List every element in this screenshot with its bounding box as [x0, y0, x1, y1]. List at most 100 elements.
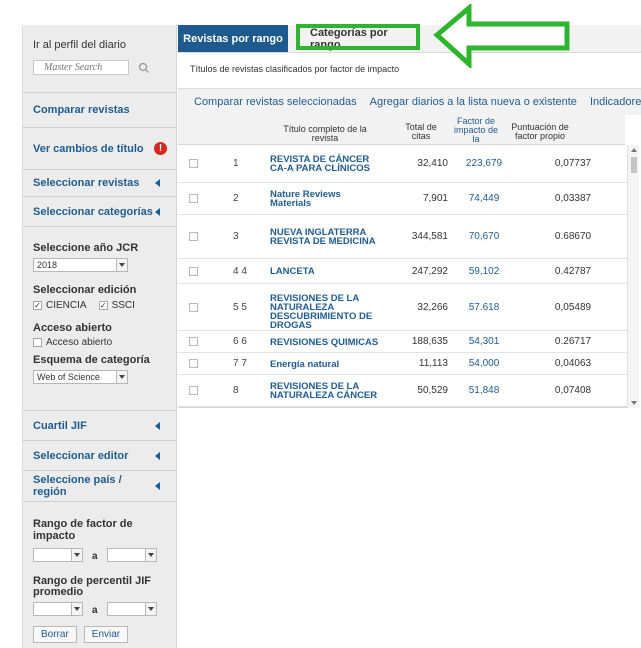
collapse-arrow-icon [155, 207, 160, 216]
country-item[interactable]: Seleccione país / región [23, 471, 176, 502]
percentile-min-select[interactable] [33, 602, 83, 616]
title-changes-label: Ver cambios de título [33, 142, 144, 155]
row-impact-factor[interactable]: 51,848 [460, 385, 508, 396]
table-row[interactable]: 5 5 REVISIONES DE LA NATURALEZA DESCUBRIM… [178, 284, 630, 331]
row-eigenfactor: 0.26717 [554, 336, 592, 347]
tab-journals-by-rank[interactable]: Revistas por rango [178, 25, 288, 52]
table-row[interactable]: 6 6 REVISIONES QUIMICAS 188,635 54,301 0.267… [178, 331, 630, 353]
col-header-jif[interactable]: Factor de impacto de la [452, 117, 500, 145]
range-and-label: a [92, 551, 98, 562]
impact-range-min-select[interactable] [33, 548, 83, 562]
jcr-year-select[interactable]: 2018 [33, 258, 128, 272]
row-checkbox[interactable] [189, 266, 198, 276]
publisher-label: Seleccionar editor [33, 449, 129, 462]
tab-highlight-box [296, 24, 420, 50]
row-total-citations: 50,529 [417, 385, 448, 396]
journal-profile-section: Ir al perfil del diario [23, 25, 176, 93]
compare-journals-label: Comparar revistas [33, 104, 130, 116]
range-and-label: a [92, 605, 98, 616]
category-schema-select[interactable]: Web of Science [33, 370, 128, 384]
row-eigenfactor: 0,03387 [554, 193, 592, 204]
sci-checkbox[interactable]: ✓ [33, 301, 42, 310]
table-row[interactable]: 7 7 Energía natural 11,113 54,000 0,04063 [178, 353, 630, 375]
row-rank: 4 4 [233, 265, 247, 277]
row-total-citations: 344,581 [411, 231, 448, 242]
impact-range-max-select[interactable] [106, 548, 157, 562]
col-header-eigenfactor[interactable]: Puntuación de factor propio [508, 123, 572, 141]
publisher-item[interactable]: Seleccionar editor [23, 441, 176, 471]
row-total-citations: 188,635 [411, 336, 448, 347]
add-to-list-link[interactable]: Agregar diarios a la lista nueva o exist… [370, 96, 577, 108]
row-impact-factor[interactable]: 59,102 [460, 266, 508, 277]
row-checkbox[interactable] [189, 359, 198, 368]
row-journal-title[interactable]: REVISIONES DE LA NATURALEZA CÁNCER [270, 382, 380, 401]
search-icon[interactable] [138, 62, 150, 74]
row-impact-factor[interactable]: 54,000 [460, 358, 508, 369]
row-journal-title[interactable]: REVISIONES QUIMICAS [270, 337, 380, 347]
row-journal-title[interactable]: REVISTA DE CÁNCER CA-A PARA CLÍNICOS [270, 155, 380, 174]
row-journal-title[interactable]: Nature Reviews Materials [270, 190, 380, 209]
table-scrollbar[interactable] [627, 145, 639, 408]
row-eigenfactor: 0,05489 [554, 301, 592, 313]
sci-label: CIENCIA [46, 300, 87, 311]
ssci-checkbox[interactable]: ✓ [98, 301, 108, 310]
row-impact-factor[interactable]: 70,670 [460, 231, 508, 242]
title-changes-item[interactable]: Ver cambios de título ! [23, 128, 176, 170]
row-checkbox[interactable] [189, 386, 198, 395]
scroll-down-icon[interactable] [631, 401, 637, 405]
select-categories-label: Seleccionar categorías [33, 205, 153, 218]
category-schema-value: Web of Science [37, 372, 100, 382]
col-header-title[interactable]: Título completo de la revista [270, 125, 380, 143]
select-journals-label: Seleccionar revistas [33, 177, 140, 189]
journal-profile-link[interactable]: Ir al perfil del diario [33, 39, 166, 51]
select-categories-item[interactable]: Seleccionar categorías [23, 197, 176, 227]
custom-indicators-link[interactable]: Indicadores personaliz [590, 96, 641, 108]
row-eigenfactor: 0,07737 [554, 158, 592, 169]
compare-selected-link[interactable]: Comparar revistas seleccionadas [194, 96, 357, 108]
row-impact-factor[interactable]: 57.618 [460, 302, 508, 313]
collapse-arrow-icon [155, 482, 160, 490]
impact-range-label: Rango de factor de impacto [33, 518, 133, 542]
filters-section: Seleccione año JCR 2018 Seleccionar edic… [23, 227, 176, 411]
row-impact-factor[interactable]: 223,679 [460, 158, 508, 169]
row-total-citations: 32,266 [417, 301, 448, 313]
table-row[interactable]: 8 REVISIONES DE LA NATURALEZA CÁNCER 50,52… [178, 375, 630, 407]
row-impact-factor[interactable]: 74,449 [460, 193, 508, 204]
master-search-input[interactable] [33, 60, 129, 75]
row-checkbox[interactable] [189, 232, 198, 241]
row-checkbox[interactable] [189, 302, 198, 312]
scroll-up-icon[interactable] [631, 148, 637, 152]
row-checkbox[interactable] [189, 194, 198, 203]
collapse-arrow-icon [155, 179, 160, 187]
submit-button[interactable]: Enviar [83, 626, 129, 643]
open-access-checkbox[interactable] [33, 338, 42, 347]
col-header-citations[interactable]: Total de citas [398, 123, 444, 141]
row-eigenfactor: 0,07408 [554, 385, 592, 396]
table-row[interactable]: 4 4 LANCETA 247,292 59,102 0.42787 [178, 259, 630, 284]
jif-quartile-label: Cuartil JIF [33, 419, 87, 432]
compare-journals-item[interactable]: Comparar revistas [23, 93, 176, 128]
row-journal-title[interactable]: REVISIONES DE LA NATURALEZA DESCUBRIMIEN… [270, 294, 380, 331]
select-journals-item[interactable]: Seleccionar revistas [23, 170, 176, 197]
jif-quartile-item[interactable]: Cuartil JIF [23, 411, 176, 441]
row-checkbox[interactable] [189, 159, 198, 168]
row-journal-title[interactable]: NUEVA INGLATERRA REVISTA DE MEDICINA [270, 228, 380, 247]
open-access-option: Acceso abierto [46, 337, 113, 348]
row-checkbox[interactable] [189, 337, 198, 346]
table-row[interactable]: 3 NUEVA INGLATERRA REVISTA DE MEDICINA 344… [178, 215, 630, 259]
row-rank: 1 [233, 158, 239, 169]
table-row[interactable]: 2 Nature Reviews Materials 7,901 74,449 0,03… [178, 183, 630, 215]
clear-button[interactable]: Borrar [33, 626, 77, 643]
alert-icon: ! [154, 142, 167, 155]
scroll-thumb[interactable] [631, 157, 637, 173]
row-total-citations: 32,410 [417, 158, 448, 169]
range-filters-section: Rango de factor de impacto a Rango de pe… [23, 502, 176, 647]
edition-label: Seleccionar edición [33, 284, 137, 296]
percentile-max-select[interactable] [106, 602, 157, 616]
chevron-down-icon [116, 259, 127, 271]
row-impact-factor[interactable]: 54,301 [460, 336, 508, 347]
row-journal-title[interactable]: LANCETA [270, 267, 380, 277]
row-journal-title[interactable]: Energía natural [270, 359, 380, 369]
ssci-label: SSCI [111, 300, 135, 311]
table-row[interactable]: 1 REVISTA DE CÁNCER CA-A PARA CLÍNICOS 32,… [178, 145, 630, 183]
